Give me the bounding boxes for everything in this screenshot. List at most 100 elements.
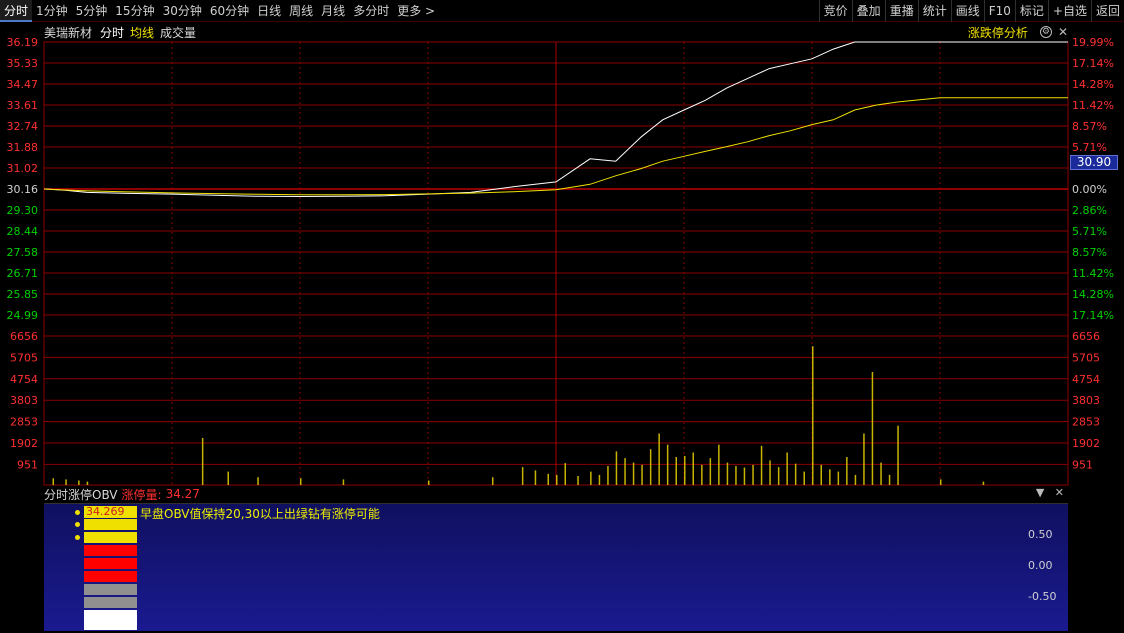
signal-block: [84, 532, 137, 543]
volume-tick-label-right: 951: [1072, 458, 1093, 471]
signal-block: [84, 545, 137, 556]
price-tick-label: 31.88: [7, 141, 39, 154]
indicator-header: 分时涨停OBV 涨停量: 34.27 ▼ ✕: [44, 486, 1068, 502]
volume-bar: [794, 463, 797, 485]
volume-tick-label-right: 3803: [1072, 394, 1100, 407]
volume-bar: [556, 474, 558, 485]
bullet-icon: [75, 510, 80, 515]
volume-bar: [300, 478, 302, 485]
indicator-value-box: 34.269: [84, 506, 137, 518]
volume-bar: [769, 460, 771, 485]
pct-tick-label: 11.42%: [1072, 99, 1114, 112]
price-tick-label: 29.30: [7, 204, 39, 217]
signal-block: [84, 610, 137, 630]
volume-bar: [658, 433, 660, 485]
dropdown-icon[interactable]: ▼: [1036, 486, 1044, 499]
volume-bar: [641, 464, 643, 485]
volume-bar: [684, 455, 686, 485]
volume-bar: [598, 474, 601, 485]
volume-bar: [812, 346, 814, 485]
price-tick-label: 33.61: [7, 99, 39, 112]
volume-tick-label: 951: [17, 458, 38, 471]
volume-bar: [726, 462, 729, 485]
pct-tick-label: 8.57%: [1072, 246, 1107, 259]
volume-bar: [607, 466, 609, 485]
signal-block: [84, 558, 137, 569]
pct-tick-label: 0.00%: [1072, 183, 1107, 196]
price-tick-label: 27.58: [7, 246, 39, 259]
volume-tick-label-right: 1902: [1072, 437, 1100, 450]
volume-bar: [880, 462, 882, 485]
indicator-name[interactable]: 分时涨停OBV: [44, 486, 118, 503]
volume-bar: [342, 479, 345, 485]
volume-tick-label: 6656: [10, 330, 38, 343]
volume-tick-label: 3803: [10, 394, 38, 407]
signal-block: [84, 584, 137, 595]
volume-bar: [547, 473, 549, 485]
volume-bar: [675, 457, 677, 485]
pct-tick-label: 19.99%: [1072, 36, 1114, 49]
indicator-hint-text: 早盘OBV值保持20,30以上出绿钻有涨停可能: [140, 507, 380, 521]
current-price-tag: 30.90: [1070, 155, 1118, 170]
indicator-y-label: 0.50: [1028, 528, 1053, 541]
indicator-y-label: -0.50: [1028, 590, 1057, 603]
volume-bar: [829, 469, 831, 485]
pct-tick-label: 17.14%: [1072, 57, 1114, 70]
price-tick-label: 26.71: [7, 267, 39, 280]
volume-tick-label: 5705: [10, 351, 38, 364]
pct-tick-label: 17.14%: [1072, 309, 1114, 322]
volume-tick-label-right: 5705: [1072, 351, 1100, 364]
pct-tick-label: 14.28%: [1072, 78, 1114, 91]
volume-tick-label: 2853: [10, 416, 38, 429]
volume-bar: [863, 433, 865, 485]
volume-bar: [786, 452, 788, 485]
indicator-label: 涨停量:: [121, 487, 162, 502]
price-tick-label: 34.47: [7, 78, 39, 91]
pct-tick-label: 2.86%: [1072, 204, 1107, 217]
price-tick-label: 25.85: [7, 288, 39, 301]
pct-tick-label: 5.71%: [1072, 141, 1107, 154]
volume-bar: [709, 458, 712, 485]
price-tick-label: 36.19: [7, 36, 39, 49]
volume-bar: [701, 464, 703, 485]
volume-bar: [649, 449, 652, 485]
signal-block: [84, 597, 137, 608]
volume-bar: [564, 463, 566, 485]
volume-bar: [940, 479, 942, 485]
volume-bar: [718, 444, 720, 485]
volume-bar: [86, 481, 89, 485]
volume-bar: [735, 466, 737, 485]
volume-tick-label-right: 6656: [1072, 330, 1100, 343]
volume-bar: [227, 471, 229, 485]
close-panel-icon[interactable]: ✕: [1055, 486, 1064, 499]
bullet-icon: [75, 535, 80, 540]
volume-bar: [492, 477, 494, 485]
price-tick-label: 28.44: [7, 225, 39, 238]
volume-bar: [871, 372, 874, 485]
volume-bar: [777, 467, 780, 485]
volume-bar: [760, 445, 763, 485]
volume-bar: [428, 480, 430, 485]
volume-bar: [52, 478, 54, 485]
volume-bar: [752, 464, 754, 485]
signal-block: [84, 519, 137, 530]
volume-bar: [837, 471, 840, 485]
pct-tick-label: 14.28%: [1072, 288, 1114, 301]
signal-block: [84, 571, 137, 582]
volume-bar: [846, 457, 848, 485]
volume-bar: [257, 477, 259, 485]
pct-tick-label: 5.71%: [1072, 225, 1107, 238]
volume-bar: [624, 458, 626, 485]
price-tick-label: 31.02: [7, 162, 39, 175]
volume-bar: [65, 479, 67, 485]
volume-bar: [897, 425, 899, 485]
volume-bar: [632, 462, 635, 485]
price-tick-label: 24.99: [7, 309, 39, 322]
volume-bar: [743, 467, 746, 485]
volume-bar: [78, 480, 80, 485]
volume-bar: [590, 471, 592, 485]
volume-tick-label-right: 2853: [1072, 416, 1100, 429]
pct-tick-label: 11.42%: [1072, 267, 1114, 280]
indicator-controls[interactable]: ▼ ✕: [1036, 486, 1064, 499]
bullet-icon: [75, 522, 80, 527]
